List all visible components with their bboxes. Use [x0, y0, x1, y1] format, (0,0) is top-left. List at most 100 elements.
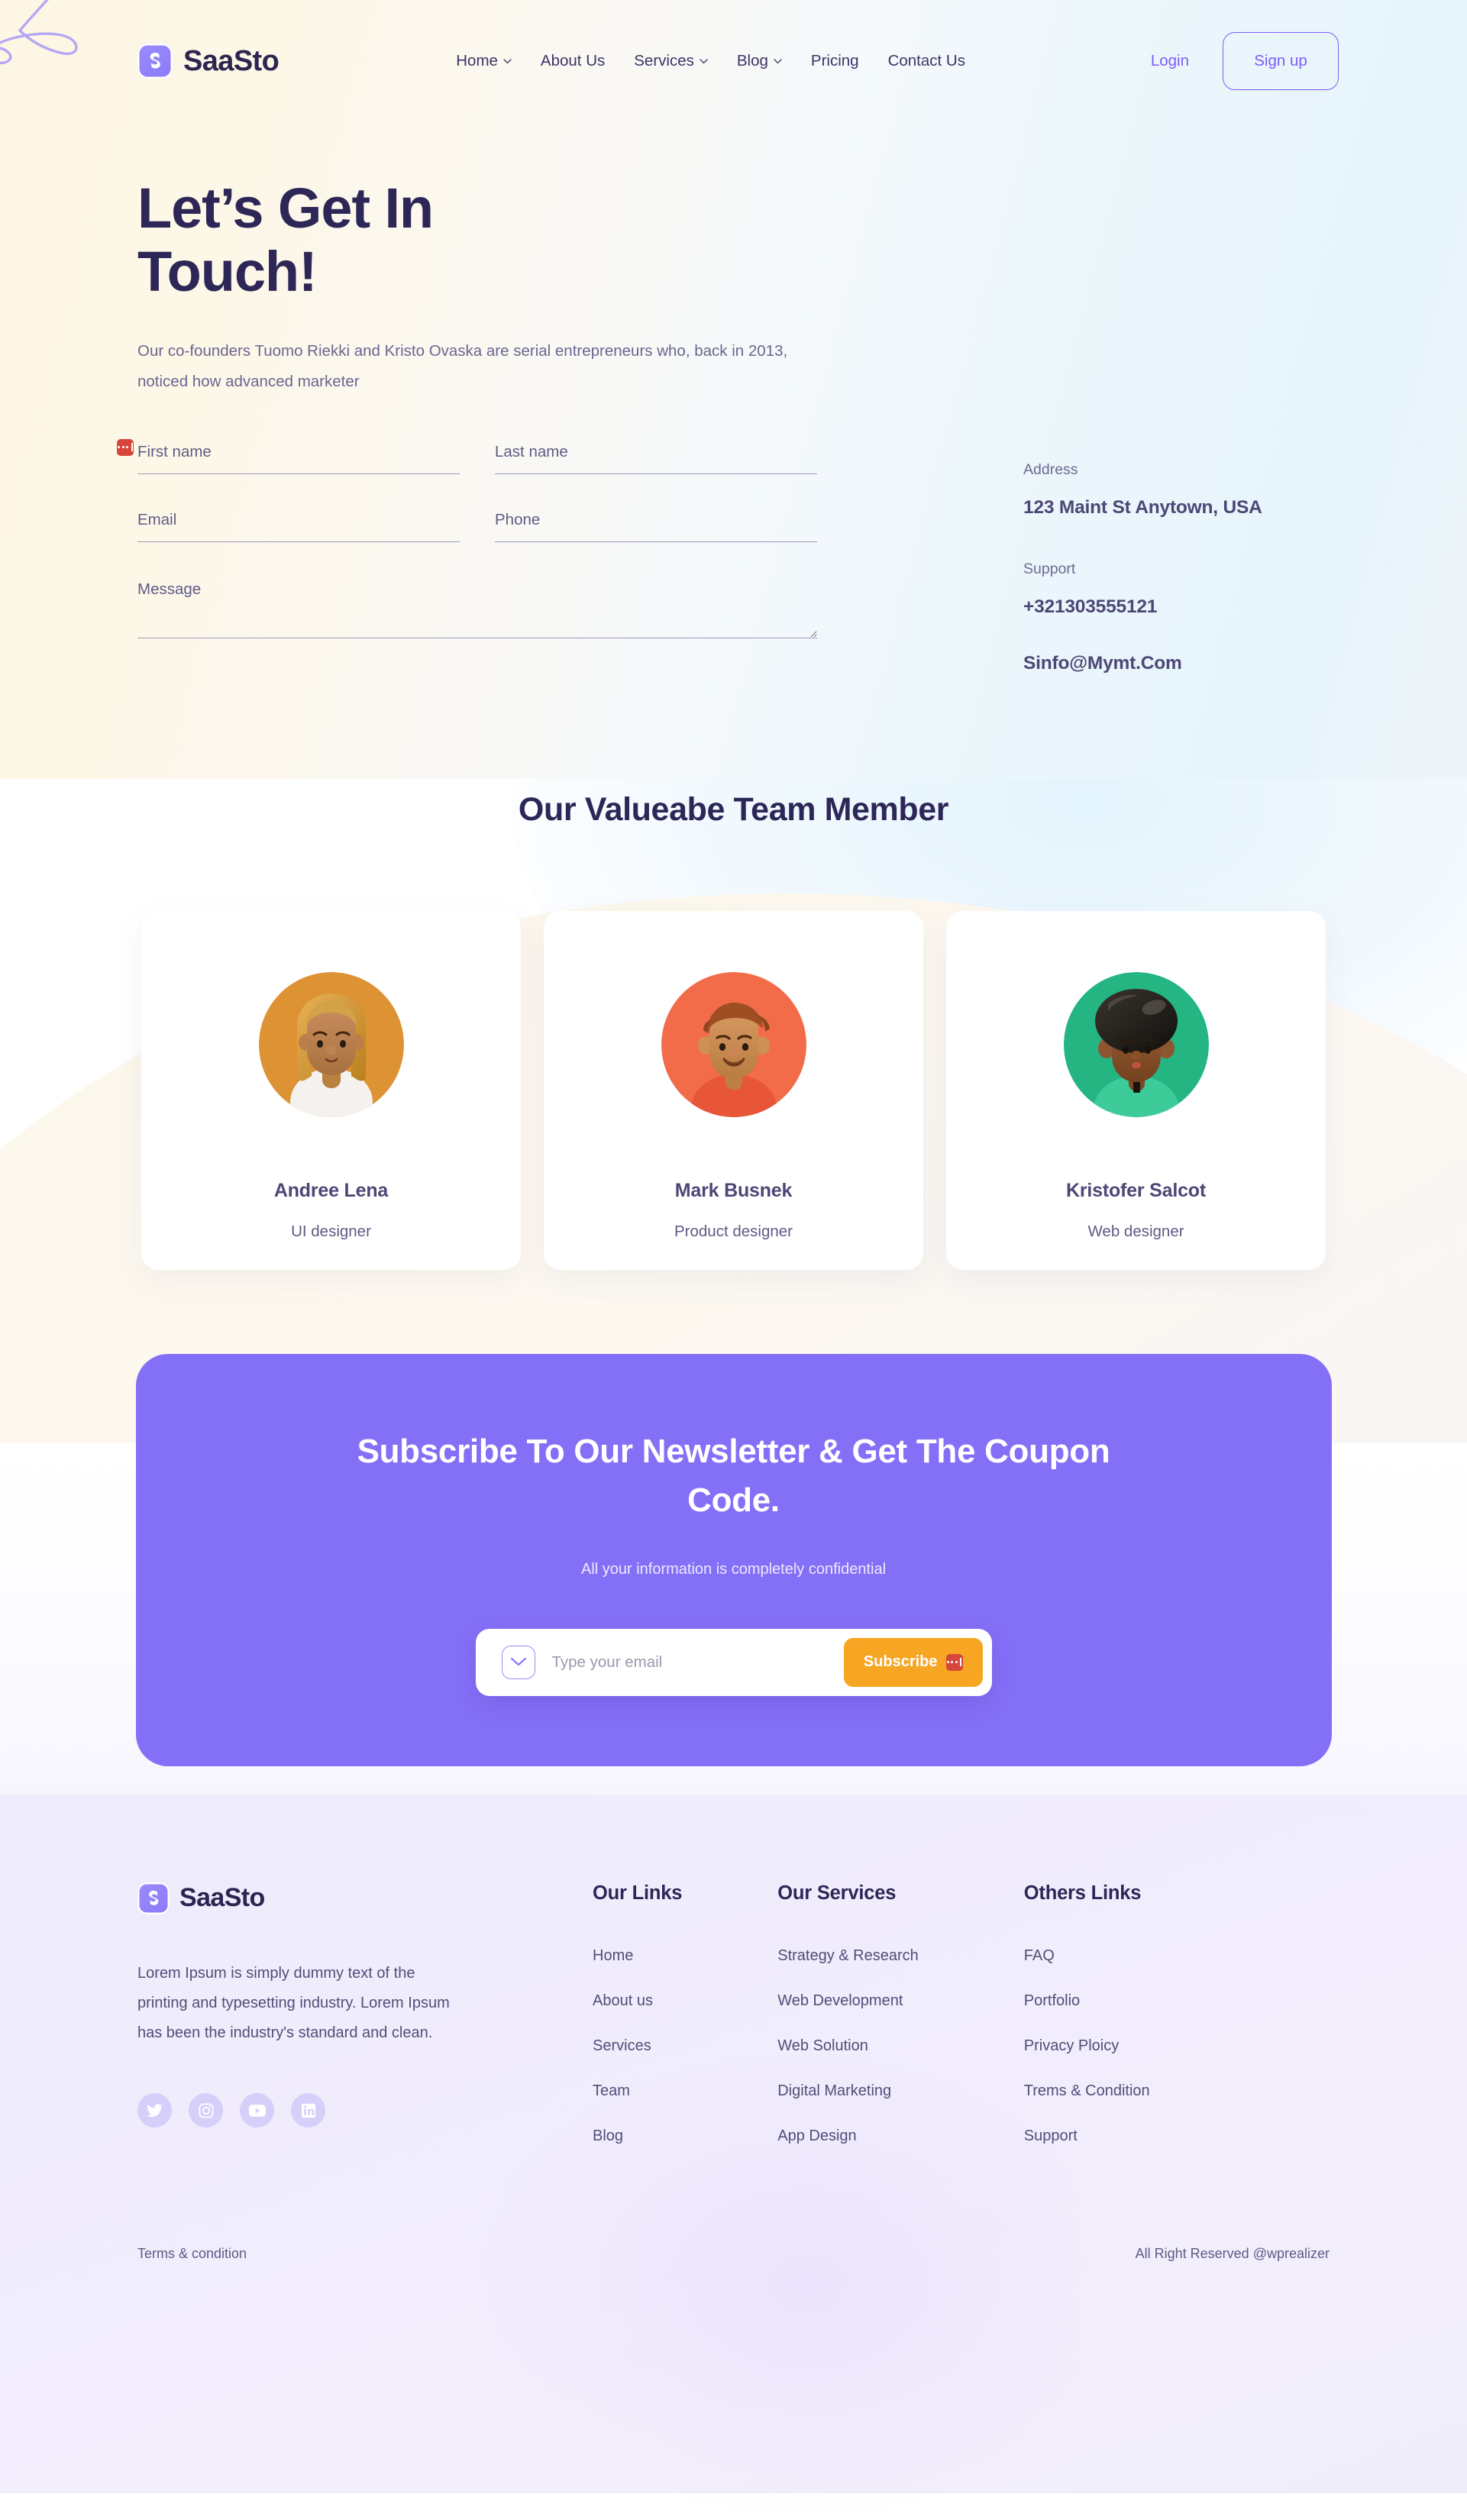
nav-item-about-us-label: About Us — [540, 52, 606, 69]
saasto-s-logo-icon — [137, 44, 173, 79]
nav-item-blog-label: Blog — [736, 52, 768, 69]
footer-link-about-us[interactable]: About us — [593, 1992, 653, 2009]
first-name-input[interactable] — [137, 438, 460, 474]
signup-button[interactable]: Sign up — [1223, 32, 1339, 90]
footer-column-our-services: Our Services Strategy & Research Web Dev… — [777, 1882, 919, 2145]
footer-bottom-bar: Terms & condition All Right Reserved @wp… — [137, 2243, 1330, 2311]
footer-about-text: Lorem Ipsum is simply dummy text of the … — [137, 1964, 450, 2041]
nav-item-pricing[interactable]: Pricing — [811, 52, 859, 70]
login-link[interactable]: Login — [1151, 52, 1189, 70]
avatar-man-afro-icon — [1063, 972, 1209, 1118]
footer-link-privacy-policy[interactable]: Privacy Ploicy — [1024, 2037, 1119, 2054]
instagram-icon[interactable] — [189, 2093, 223, 2128]
subscribe-title: Subscribe To Our Newsletter & Get The Co… — [357, 1433, 1110, 1519]
email-input[interactable] — [137, 506, 460, 542]
footer-link-list: FAQ Portfolio Privacy Ploicy Trems & Con… — [1024, 1947, 1150, 2145]
page-title-line-1: Let’s Get In — [137, 176, 434, 240]
youtube-icon[interactable] — [240, 2093, 274, 2128]
list-item: Support — [1024, 2127, 1150, 2145]
team-card-list: Andree Lena UI designer Mark Busnek Prod… — [0, 911, 1467, 1271]
team-card[interactable]: Kristofer Salcot Web designer — [946, 911, 1326, 1271]
footer-link-home[interactable]: Home — [593, 1947, 633, 1964]
contact-form — [117, 428, 817, 677]
email-field-wrapper — [137, 506, 460, 542]
footer-about: SaaSto Lorem Ipsum is simply dummy text … — [137, 1882, 519, 2145]
lastpass-autofill-icon[interactable] — [945, 1653, 963, 1671]
footer-link-support[interactable]: Support — [1024, 2127, 1078, 2144]
list-item: Strategy & Research — [777, 1947, 919, 1965]
nav-item-about-us[interactable]: About Us — [541, 52, 605, 70]
chevron-down-icon — [503, 58, 512, 63]
footer-link-team[interactable]: Team — [593, 2082, 630, 2099]
footer-link-digital-marketing[interactable]: Digital Marketing — [777, 2082, 891, 2099]
footer-brand-name: SaaSto — [179, 1883, 265, 1913]
footer-link-list: Home About us Services Team Blog — [593, 1947, 682, 2145]
nav-item-services-label: Services — [634, 52, 694, 69]
last-name-input[interactable] — [495, 438, 817, 474]
list-item: App Design — [777, 2127, 919, 2145]
member-name: Kristofer Salcot — [1066, 1180, 1206, 1202]
message-field-wrapper — [137, 573, 817, 642]
member-name: Andree Lena — [273, 1180, 389, 1202]
footer-link-strategy-research[interactable]: Strategy & Research — [777, 1947, 919, 1964]
message-textarea[interactable] — [137, 573, 817, 638]
nav-item-services[interactable]: Services — [634, 52, 708, 70]
phone-input[interactable] — [495, 506, 817, 542]
support-label: Support — [1023, 561, 1076, 578]
twitter-icon[interactable] — [137, 2093, 172, 2128]
nav-item-contact-us-label: Contact Us — [887, 52, 965, 69]
nav-menu: Home About Us Services Blog Pricing Cont… — [456, 52, 965, 70]
footer-link-blog[interactable]: Blog — [593, 2127, 623, 2144]
nav-item-home[interactable]: Home — [456, 52, 512, 70]
footer-link-services[interactable]: Services — [593, 2037, 651, 2054]
footer-column-others-links: Others Links FAQ Portfolio Privacy Ploic… — [1024, 1882, 1150, 2145]
list-item: Portfolio — [1024, 1992, 1150, 2010]
subscribe-email-input[interactable] — [551, 1653, 844, 1672]
footer-link-terms-condition[interactable]: Trems & Condition — [1024, 2082, 1150, 2099]
list-item: Web Solution — [777, 2037, 919, 2055]
member-role: Product designer — [674, 1223, 793, 1241]
address-value: 123 Maint St Anytown, USA — [1023, 496, 1262, 518]
team-card[interactable]: Andree Lena UI designer — [141, 911, 521, 1271]
address-label: Address — [1023, 460, 1078, 478]
subscribe-subtitle: All your information is completely confi… — [580, 1560, 887, 1578]
list-item: Trems & Condition — [1024, 2082, 1150, 2100]
support-phone-value: +321303555121 — [1023, 596, 1158, 618]
linkedin-icon[interactable] — [291, 2093, 325, 2128]
phone-field-wrapper — [495, 506, 817, 542]
team-card[interactable]: Mark Busnek Product designer — [544, 911, 923, 1271]
list-item: FAQ — [1024, 1947, 1150, 1965]
nav-item-home-label: Home — [456, 52, 498, 69]
list-item: Privacy Ploicy — [1024, 2037, 1150, 2055]
subscribe-button[interactable]: Subscribe — [843, 1637, 983, 1687]
brand-logo[interactable]: SaaSto — [137, 44, 280, 79]
hero-section: Let’s Get In Touch! Our co-founders Tuom… — [0, 122, 1467, 397]
list-item: Web Development — [777, 1992, 919, 2010]
envelope-icon — [501, 1645, 535, 1679]
footer-column-title: Our Services — [777, 1882, 897, 1904]
nav-item-contact-us[interactable]: Contact Us — [888, 52, 965, 70]
first-name-field-wrapper — [117, 438, 460, 474]
list-item: About us — [593, 1992, 682, 2010]
contact-section: Address 123 Maint St Anytown, USA Suppor… — [0, 397, 1467, 677]
list-item: Blog — [593, 2127, 682, 2145]
copyright-text: All Right Reserved @wprealizer — [1135, 2245, 1330, 2261]
nav-item-blog[interactable]: Blog — [737, 52, 782, 70]
chevron-down-icon — [774, 58, 782, 63]
footer-column-our-links: Our Links Home About us Services Team Bl… — [593, 1882, 682, 2145]
footer-link-web-solution[interactable]: Web Solution — [777, 2037, 868, 2054]
team-section-title: Our Valueabe Team Member — [518, 791, 949, 829]
form-row-contact — [137, 506, 817, 574]
footer-link-web-development[interactable]: Web Development — [777, 1992, 903, 2009]
footer-link-faq[interactable]: FAQ — [1024, 1947, 1055, 1964]
terms-condition-link[interactable]: Terms & condition — [137, 2246, 247, 2262]
list-item: Digital Marketing — [777, 2082, 919, 2100]
footer-brand-logo[interactable]: SaaSto — [137, 1882, 519, 1914]
member-role: UI designer — [291, 1223, 371, 1241]
footer-column-title: Our Links — [593, 1882, 683, 1904]
avatar-man-mustache-icon — [661, 972, 806, 1118]
footer-link-portfolio[interactable]: Portfolio — [1024, 1992, 1080, 2009]
lastpass-autofill-icon[interactable] — [117, 438, 134, 456]
last-name-field-wrapper — [495, 438, 817, 474]
footer-link-app-design[interactable]: App Design — [777, 2127, 856, 2144]
